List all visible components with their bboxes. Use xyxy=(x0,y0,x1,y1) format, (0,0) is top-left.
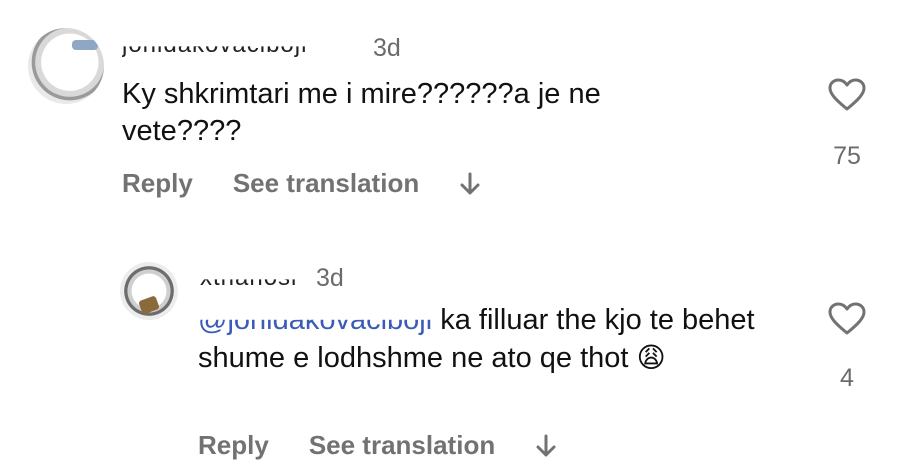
see-translation-button[interactable]: See translation xyxy=(233,168,419,199)
comment: jonidakovaciboji 3d Ky shkrimtari me i m… xyxy=(0,0,900,230)
weary-face-emoji: 😩 xyxy=(636,341,666,374)
comment-text: @jonidakovaciboji ka filluar the kjo te … xyxy=(198,302,798,377)
comment-text: Ky shkrimtari me i mire??????a je ne vet… xyxy=(122,78,601,147)
comment-actions: Reply See translation xyxy=(198,430,557,461)
arrow-down-icon[interactable] xyxy=(459,171,481,197)
mention-link[interactable]: @jonidakovaciboji xyxy=(198,320,432,339)
comment: xthanosi 3d @jonidakovaciboji ka filluar… xyxy=(0,250,900,469)
like-group: 4 xyxy=(817,302,877,393)
avatar[interactable] xyxy=(28,28,104,104)
arrow-down-icon[interactable] xyxy=(535,433,557,459)
timestamp: 3d xyxy=(316,264,344,292)
username[interactable]: xthanosi xyxy=(200,279,297,292)
timestamp: 3d xyxy=(373,34,401,62)
heart-icon[interactable] xyxy=(828,302,866,336)
heart-icon[interactable] xyxy=(828,78,866,112)
reply-text: ka filluar the kjo te behet shume e lodh… xyxy=(198,304,755,374)
see-translation-button[interactable]: See translation xyxy=(309,430,495,461)
like-count: 4 xyxy=(840,364,854,392)
username[interactable]: jonidakovaciboji xyxy=(122,46,307,59)
reply-button[interactable]: Reply xyxy=(198,430,269,461)
reply-button[interactable]: Reply xyxy=(122,168,193,199)
like-count: 75 xyxy=(833,142,861,170)
like-group: 75 xyxy=(817,78,877,171)
avatar[interactable] xyxy=(120,262,178,320)
comment-actions: Reply See translation xyxy=(122,168,481,199)
